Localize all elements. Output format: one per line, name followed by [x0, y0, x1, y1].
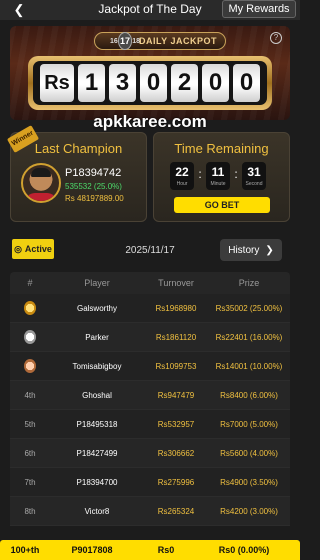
prize-cell: Rs4200 (3.00%) [220, 506, 278, 516]
table-row: Parker Rs1861120 Rs22401 (16.00%) [10, 323, 290, 352]
rank-cell [10, 359, 50, 373]
last-champion-title: Last Champion [34, 141, 123, 156]
date-calendar: 16 17 18 [110, 28, 140, 54]
player-cell: P18427499 [76, 448, 118, 458]
table-row: 6th P18427499 Rs306662 Rs5600 (4.00%) [10, 439, 290, 468]
turnover-cell: Rs275996 [157, 477, 195, 487]
rank-cell: 8th [24, 506, 36, 516]
jackpot-digit: 0 [233, 64, 260, 102]
gold-medal-icon [24, 301, 36, 315]
currency-symbol: Rs [40, 64, 74, 102]
table-row: Tomisabigboy Rs1099753 Rs14001 (10.00%) [10, 352, 290, 381]
turnover-cell: Rs1861120 [155, 332, 197, 342]
prize-cell: Rs7000 (5.00%) [220, 419, 278, 429]
player-cell: Victor8 [84, 506, 110, 516]
rank-cell [10, 301, 50, 315]
watermark: apkkaree.com [93, 112, 207, 131]
chevron-right-icon: ❯ [265, 244, 274, 256]
turnover-cell: Rs532957 [157, 419, 195, 429]
my-rank-cell: 100+th [10, 545, 40, 555]
avatar [21, 163, 61, 203]
champion-amount: 535532 (25.0%) [65, 182, 122, 191]
player-cell: Parker [85, 332, 109, 342]
table-row: 4th Ghoshal Rs947479 Rs8400 (6.00%) [10, 381, 290, 410]
last-champion-card: Winner Last Champion P18394742 535532 (2… [6, 125, 147, 222]
rank-cell [10, 330, 50, 344]
turnover-cell: Rs265324 [157, 506, 195, 516]
champion-name: P18394742 [65, 167, 122, 179]
jackpot-digit: 0 [202, 64, 229, 102]
prize-cell: Rs14001 (10.00%) [215, 361, 283, 371]
player-cell: Tomisabigboy [72, 361, 122, 371]
jackpot-digit: 0 [140, 64, 167, 102]
status-bar: ◎ Active 2025/11/17 History ❯ [10, 235, 290, 263]
minute-label: Minute [210, 181, 226, 187]
turnover-cell: Rs306662 [157, 448, 195, 458]
col-rank: # [27, 278, 33, 288]
table-row: Galsworthy Rs1968980 Rs35002 (25.00%) [10, 294, 290, 323]
leaderboard-header: # Player Turnover Prize [10, 272, 290, 294]
player-cell: Galsworthy [76, 303, 117, 313]
jackpot-digit: 2 [171, 64, 198, 102]
date-next: 18 [132, 37, 140, 45]
rank-cell: 4th [24, 390, 36, 400]
jackpot-digit: 1 [78, 64, 105, 102]
hour-value: 22 [175, 165, 189, 179]
player-cell: Ghoshal [82, 390, 112, 400]
minute-value: 11 [211, 165, 225, 179]
table-row: 5th P18495318 Rs532957 Rs7000 (5.00%) [10, 410, 290, 439]
prize-cell: Rs5600 (4.00%) [220, 448, 278, 458]
prize-cell: Rs22401 (16.00%) [215, 332, 283, 342]
my-rank-bar: 100+th P9017808 Rs0 Rs0 (0.00%) [0, 540, 300, 560]
col-player: Player [84, 278, 110, 288]
go-bet-button[interactable]: GO BET [174, 197, 270, 213]
turnover-cell: Rs1099753 [155, 361, 197, 371]
jackpot-counter: Rs 1 3 0 2 0 0 [28, 56, 272, 110]
hour-box: 22 Hour [170, 162, 194, 190]
table-row: 8th Victor8 Rs265324 Rs4200 (3.00%) [10, 497, 290, 526]
prize-cell: Rs35002 (25.00%) [215, 303, 283, 313]
champion-prize: Rs 48197889.00 [65, 194, 124, 203]
turnover-cell: Rs947479 [157, 390, 195, 400]
leaderboard-rows: Galsworthy Rs1968980 Rs35002 (25.00%) Pa… [10, 294, 290, 526]
player-cell: P18495318 [76, 419, 118, 429]
time-separator: : [198, 167, 202, 181]
top-bar: ❮ Jackpot of The Day My Rewards [0, 0, 300, 20]
jackpot-banner: DAILY JACKPOT 16 17 18 ? Rs 1 3 0 2 0 0 [10, 26, 290, 120]
my-prize-cell: Rs0 (0.00%) [218, 545, 270, 555]
player-cell: P18394700 [76, 477, 118, 487]
bronze-medal-icon [24, 359, 36, 373]
rank-cell: 6th [24, 448, 36, 458]
my-rewards-button[interactable]: My Rewards [222, 0, 296, 18]
jackpot-digit: 3 [109, 64, 136, 102]
time-remaining-card: Time Remaining 22 Hour : 11 Minute : 31 … [153, 132, 290, 222]
date-prev: 16 [110, 37, 118, 45]
second-value: 31 [247, 165, 261, 179]
minute-box: 11 Minute [206, 162, 230, 190]
question-circle-icon[interactable]: ? [270, 32, 282, 44]
hour-label: Hour [176, 181, 188, 187]
countdown: 22 Hour : 11 Minute : 31 Second [170, 162, 266, 190]
rank-cell: 5th [24, 419, 36, 429]
time-separator: : [234, 167, 238, 181]
table-row: 7th P18394700 Rs275996 Rs4900 (3.50%) [10, 468, 290, 497]
time-remaining-title: Time Remaining [174, 141, 269, 156]
turnover-cell: Rs1968980 [155, 303, 197, 313]
silver-medal-icon [24, 330, 36, 344]
history-label: History [228, 244, 260, 256]
col-turnover: Turnover [158, 278, 194, 288]
my-player-cell: P9017808 [71, 545, 113, 555]
prize-cell: Rs8400 (6.00%) [220, 390, 278, 400]
rank-cell: 7th [24, 477, 36, 487]
my-turnover-cell: Rs0 [157, 545, 175, 555]
prize-cell: Rs4900 (3.50%) [220, 477, 278, 487]
history-button[interactable]: History ❯ [220, 239, 282, 261]
col-prize: Prize [238, 278, 260, 288]
second-box: 31 Second [242, 162, 266, 190]
second-label: Second [245, 181, 263, 187]
date-current: 17 [117, 32, 133, 50]
